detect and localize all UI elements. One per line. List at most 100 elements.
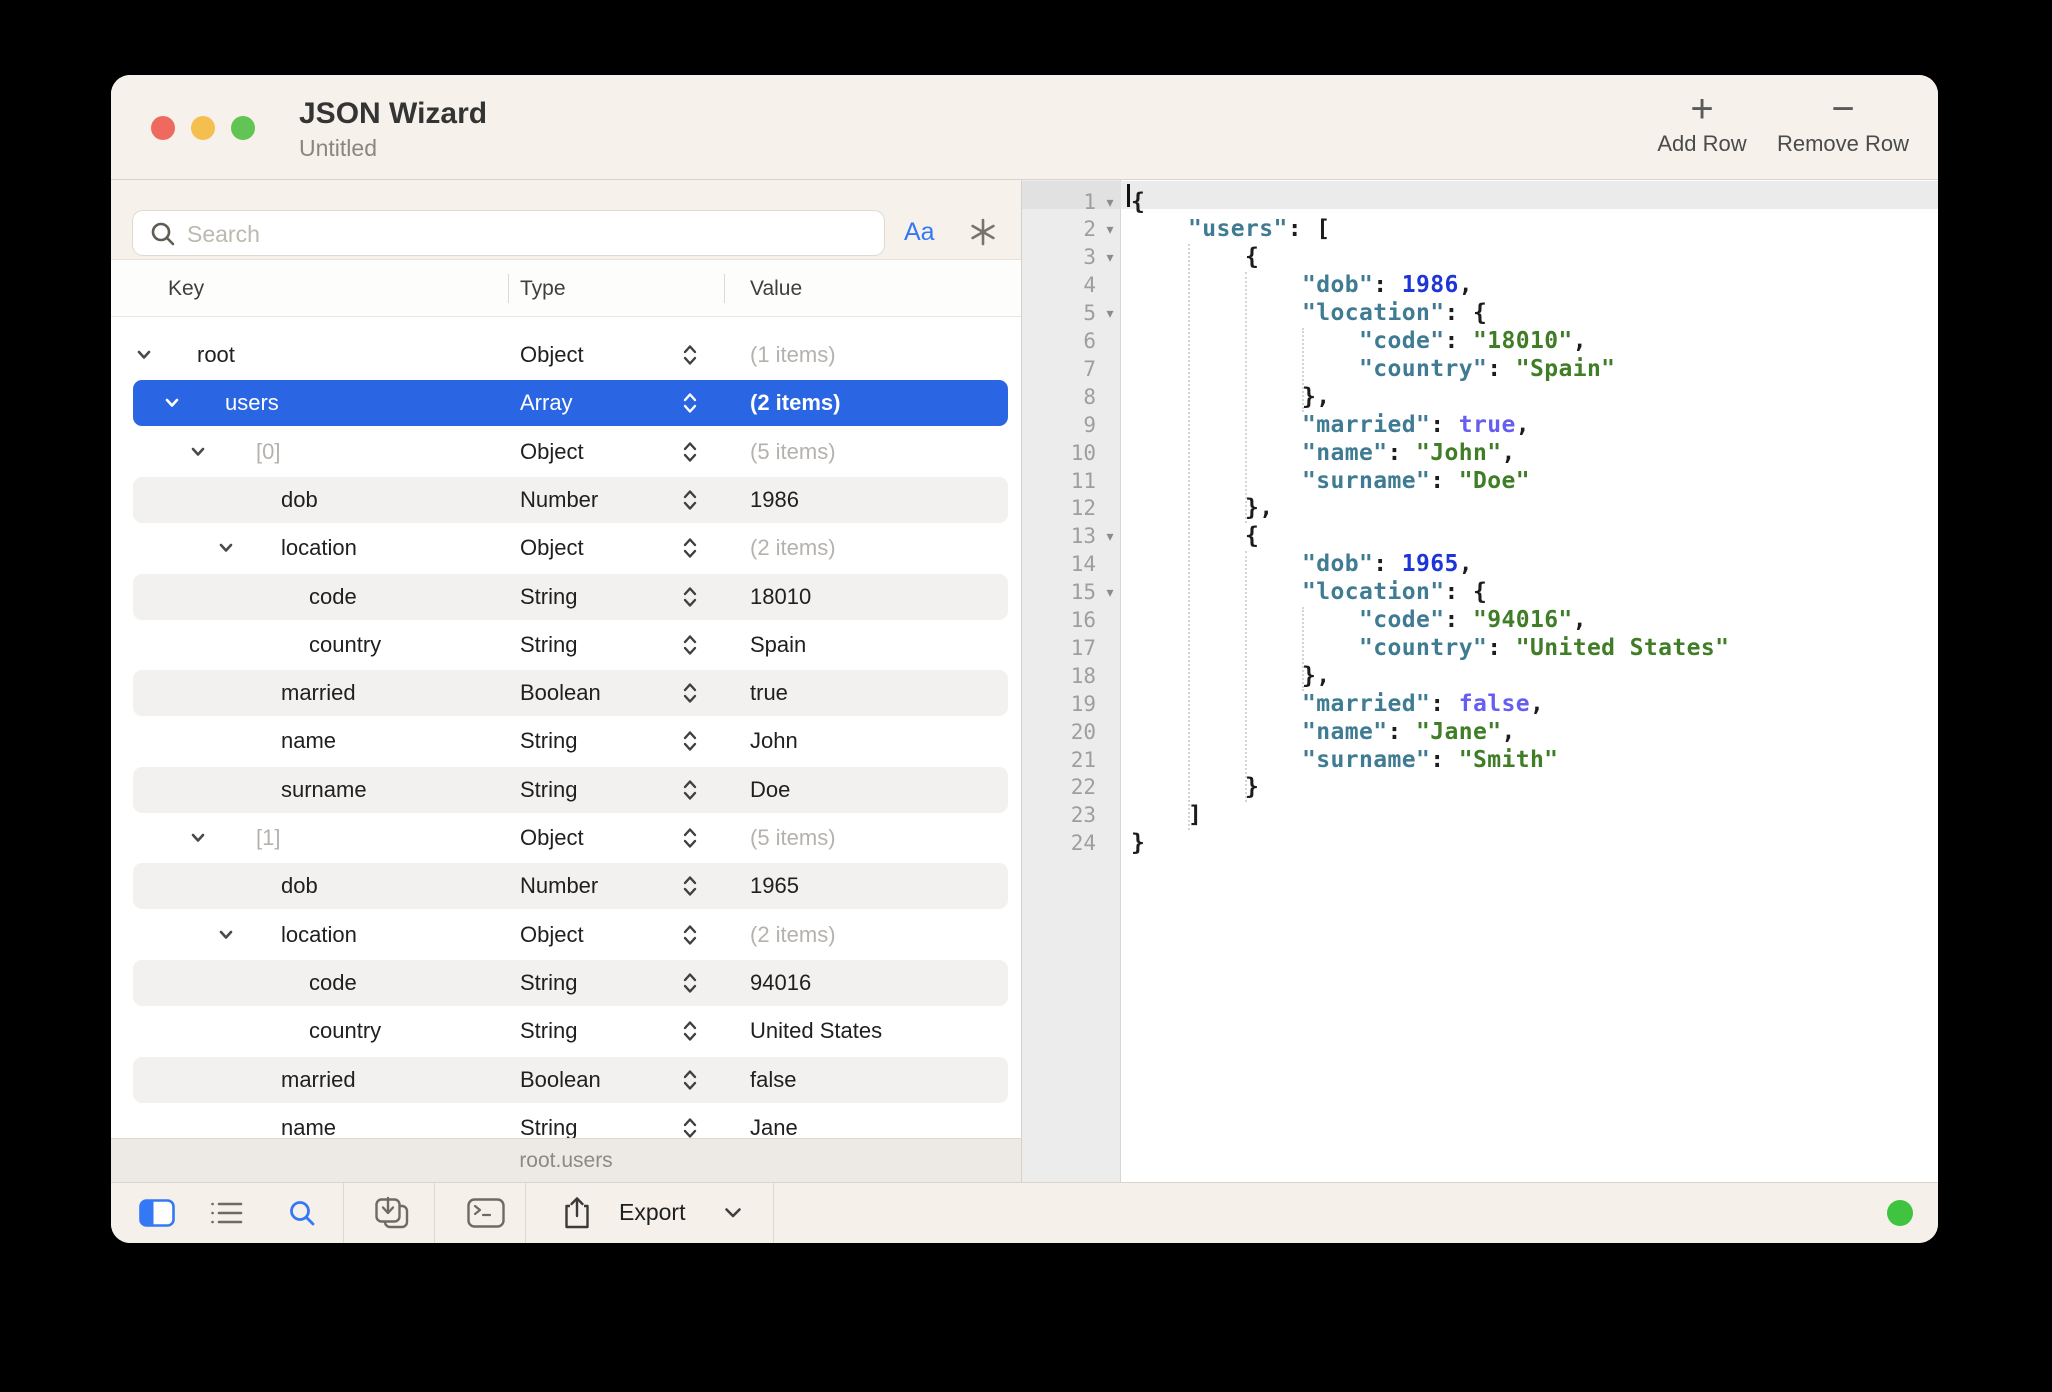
- regex-asterisk-toggle[interactable]: [967, 216, 999, 253]
- row-value[interactable]: 1986: [750, 477, 799, 523]
- row-value[interactable]: Jane: [750, 1105, 798, 1138]
- tree-row-1[interactable]: [1] Object (5 items): [133, 815, 1008, 861]
- type-stepper-icon[interactable]: [681, 535, 699, 566]
- zoom-window-button[interactable]: [231, 116, 255, 140]
- type-stepper-icon[interactable]: [681, 390, 699, 421]
- row-value[interactable]: true: [750, 670, 788, 716]
- import-button[interactable]: [369, 1183, 415, 1243]
- fold-triangle-icon[interactable]: ▾: [1100, 244, 1120, 272]
- tree-row-root[interactable]: root Object (1 items): [133, 332, 1008, 378]
- row-key: married: [281, 1066, 356, 1092]
- title-bar: JSON Wizard Untitled + Add Row − Remove …: [111, 75, 1938, 180]
- tree-row-0[interactable]: [0] Object (5 items): [133, 429, 1008, 475]
- disclosure-chevron-icon[interactable]: [187, 827, 209, 854]
- type-stepper-icon[interactable]: [681, 680, 699, 711]
- row-key: [0]: [256, 438, 281, 464]
- tree-row-name[interactable]: name String John: [133, 718, 1008, 764]
- code-line-14: "dob": 1965,: [1301, 551, 1473, 578]
- disclosure-chevron-icon[interactable]: [161, 392, 183, 419]
- row-value[interactable]: John: [750, 718, 798, 764]
- line-number: 18: [1070, 663, 1096, 688]
- type-stepper-icon[interactable]: [681, 1018, 699, 1049]
- row-type: String: [520, 1114, 578, 1138]
- type-stepper-icon[interactable]: [681, 1067, 699, 1098]
- row-key: [1]: [256, 825, 281, 850]
- tree-row-location[interactable]: location Object (2 items): [133, 912, 1008, 958]
- close-window-button[interactable]: [151, 116, 175, 140]
- desktop: JSON Wizard Untitled + Add Row − Remove …: [0, 0, 2052, 1392]
- chevron-down-icon: [725, 1208, 741, 1218]
- tree-row-dob[interactable]: dob Number 1986: [133, 476, 1008, 523]
- row-key: married: [281, 680, 356, 706]
- match-case-toggle[interactable]: Aa: [904, 218, 935, 247]
- column-header-type[interactable]: Type: [520, 260, 566, 317]
- disclosure-chevron-icon[interactable]: [215, 537, 237, 564]
- tree-row-name[interactable]: name String Jane: [133, 1105, 1008, 1138]
- search-field[interactable]: [132, 210, 885, 256]
- tree-row-code[interactable]: code String 94016: [133, 959, 1008, 1006]
- type-stepper-icon[interactable]: [681, 632, 699, 663]
- fold-triangle-icon[interactable]: ▾: [1100, 189, 1120, 217]
- row-type: String: [520, 969, 578, 995]
- row-value[interactable]: Spain: [750, 622, 806, 668]
- type-stepper-icon[interactable]: [681, 777, 699, 808]
- tree-row-users[interactable]: users Array (2 items): [133, 380, 1008, 427]
- fold-triangle-icon[interactable]: ▾: [1100, 300, 1120, 328]
- row-key: location: [281, 921, 357, 947]
- type-stepper-icon[interactable]: [681, 1115, 699, 1138]
- row-value[interactable]: 18010: [750, 574, 811, 620]
- row-value[interactable]: (1 items): [750, 332, 836, 378]
- line-number: 13: [1070, 524, 1096, 549]
- type-stepper-icon[interactable]: [681, 970, 699, 1001]
- row-value[interactable]: (5 items): [750, 429, 836, 475]
- row-value[interactable]: 1965: [750, 863, 799, 909]
- export-menu-button[interactable]: [716, 1183, 750, 1243]
- row-value[interactable]: (2 items): [750, 912, 836, 958]
- fold-triangle-icon[interactable]: ▾: [1100, 523, 1120, 551]
- tree-row-country[interactable]: country String United States: [133, 1008, 1008, 1054]
- type-stepper-icon[interactable]: [681, 825, 699, 856]
- row-value[interactable]: (2 items): [750, 380, 840, 426]
- fold-triangle-icon[interactable]: ▾: [1100, 216, 1120, 244]
- type-stepper-icon[interactable]: [681, 922, 699, 953]
- type-stepper-icon[interactable]: [681, 342, 699, 373]
- row-value[interactable]: (5 items): [750, 815, 836, 861]
- type-stepper-icon[interactable]: [681, 439, 699, 470]
- remove-row-button[interactable]: − Remove Row: [1768, 75, 1918, 180]
- row-value[interactable]: United States: [750, 1008, 882, 1054]
- search-input[interactable]: [185, 212, 879, 256]
- column-header-value[interactable]: Value: [750, 260, 802, 317]
- find-button[interactable]: [279, 1183, 325, 1243]
- row-type: Object: [520, 438, 584, 464]
- export-share-button[interactable]: [554, 1183, 600, 1243]
- tree-row-location[interactable]: location Object (2 items): [133, 525, 1008, 571]
- fold-triangle-icon[interactable]: ▾: [1100, 579, 1120, 607]
- type-stepper-icon[interactable]: [681, 728, 699, 759]
- row-value[interactable]: Doe: [750, 767, 790, 813]
- row-key: surname: [281, 776, 367, 802]
- tree-row-married[interactable]: married Boolean true: [133, 670, 1008, 717]
- tree-row-country[interactable]: country String Spain: [133, 622, 1008, 668]
- add-row-button[interactable]: + Add Row: [1627, 75, 1777, 180]
- tree-row-surname[interactable]: surname String Doe: [133, 766, 1008, 813]
- json-editor[interactable]: 1 ▾{2 ▾ "users": [3 ▾ {4 "dob": 1986, 5 ▾ "lo…: [1022, 180, 1938, 1182]
- row-value[interactable]: (2 items): [750, 525, 836, 571]
- toggle-sidebar-button[interactable]: [134, 1183, 180, 1243]
- type-stepper-icon[interactable]: [681, 873, 699, 904]
- list-view-button[interactable]: [204, 1183, 250, 1243]
- console-button[interactable]: [463, 1183, 509, 1243]
- tree-row-dob[interactable]: dob Number 1965: [133, 863, 1008, 910]
- tree-row-code[interactable]: code String 18010: [133, 573, 1008, 620]
- minimize-window-button[interactable]: [191, 116, 215, 140]
- type-stepper-icon[interactable]: [681, 584, 699, 615]
- disclosure-chevron-icon[interactable]: [187, 441, 209, 468]
- row-value[interactable]: 94016: [750, 960, 811, 1006]
- disclosure-chevron-icon[interactable]: [215, 924, 237, 951]
- column-header-key[interactable]: Key: [168, 260, 204, 317]
- row-value[interactable]: false: [750, 1057, 796, 1103]
- export-button[interactable]: Export: [619, 1183, 685, 1243]
- tree-row-married[interactable]: married Boolean false: [133, 1056, 1008, 1103]
- disclosure-chevron-icon[interactable]: [133, 344, 155, 371]
- code-line-21: "surname": "Smith": [1301, 746, 1559, 773]
- type-stepper-icon[interactable]: [681, 487, 699, 518]
